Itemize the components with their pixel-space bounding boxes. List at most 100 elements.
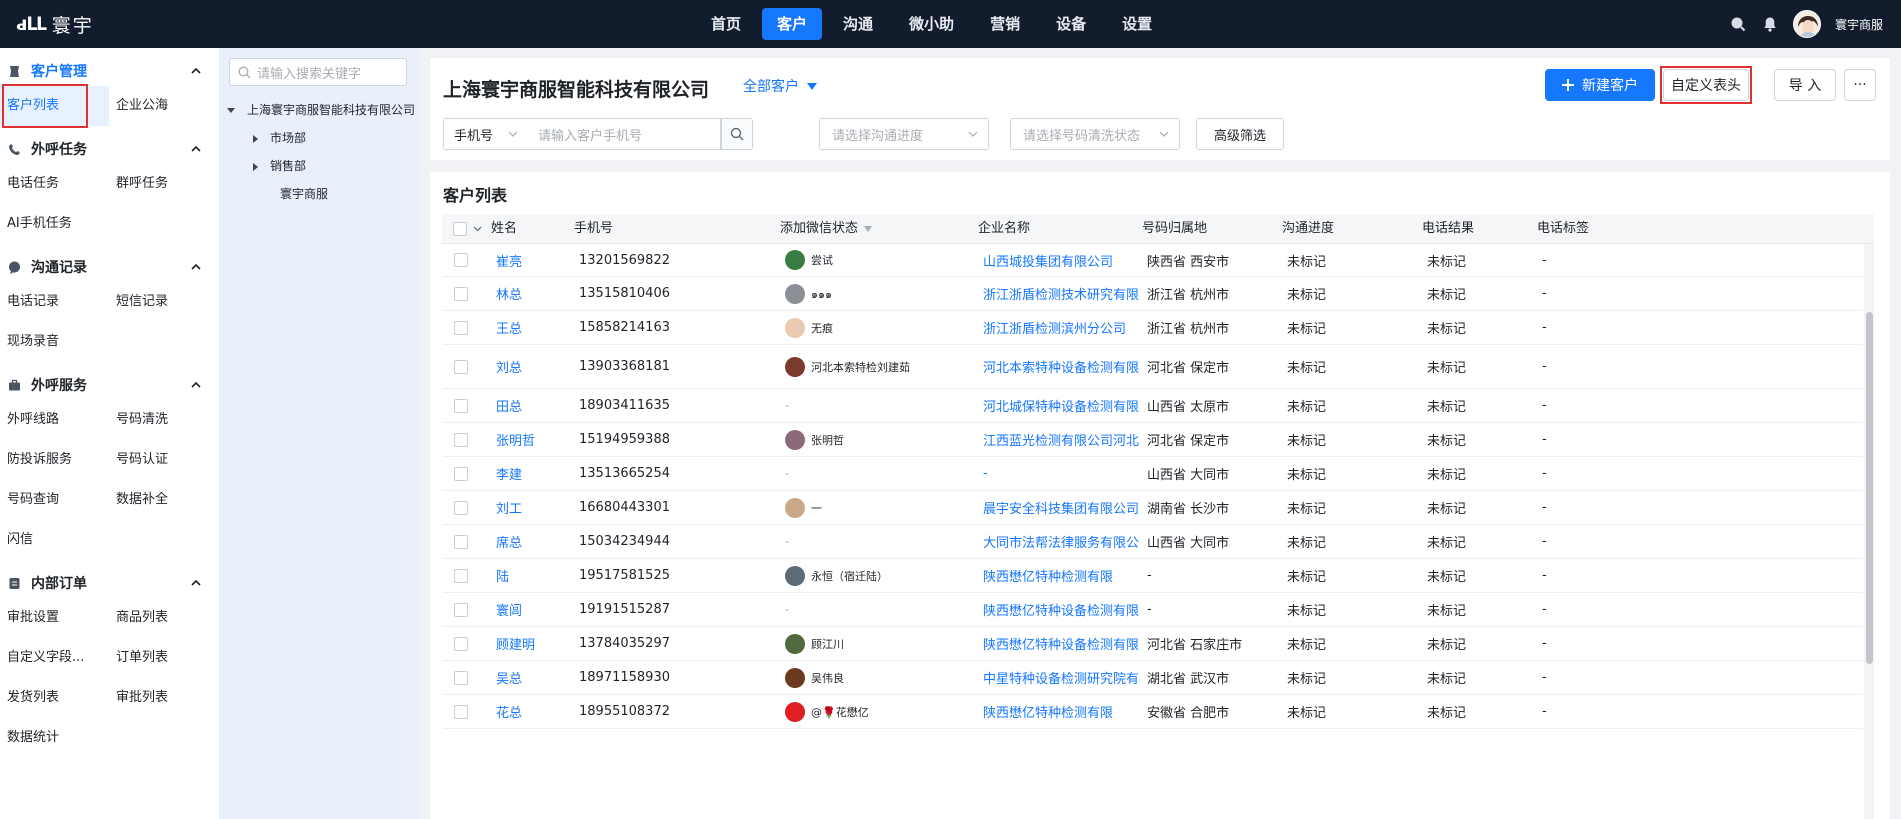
table-row[interactable]: 寰闾 19191515287- 陕西懋亿特种设备检测有限 - 未标记 未标记 -: [442, 593, 1863, 627]
nav-item[interactable]: 首页: [696, 8, 756, 40]
vertical-scrollbar[interactable]: [1864, 244, 1874, 819]
customer-name[interactable]: 席总: [496, 525, 522, 558]
chevron-up-icon[interactable]: [190, 577, 202, 589]
customer-name[interactable]: 花总: [496, 695, 522, 728]
table-row[interactable]: 张明哲 15194959388 张明哲 江西蓝光检测有限公司河北 河北省 保定市 未标记 未…: [442, 423, 1863, 457]
nav-item[interactable]: 营销: [975, 8, 1035, 40]
customer-name[interactable]: 田总: [496, 389, 522, 422]
sidebar-group[interactable]: 外呼服务: [0, 370, 219, 400]
phone-search-input[interactable]: 请输入客户手机号: [526, 118, 721, 150]
sidebar-item[interactable]: 数据补全: [109, 480, 218, 520]
caret-right-icon[interactable]: [253, 134, 258, 143]
sidebar-item[interactable]: 自定义字段...: [0, 638, 109, 678]
checkbox[interactable]: [454, 534, 468, 549]
company-name[interactable]: 江西蓝光检测有限公司河北: [983, 423, 1139, 456]
company-name[interactable]: 陕西懋亿特种设备检测有限: [983, 593, 1139, 626]
table-row[interactable]: 吴总 18971158930 吴伟良 中星特种设备检测研究院有 湖北省 武汉市 未标记 未标…: [442, 661, 1863, 695]
sidebar-item[interactable]: 数据统计: [0, 718, 109, 758]
company-name[interactable]: -: [983, 457, 988, 490]
nav-item[interactable]: 微小助: [894, 8, 969, 40]
scrollbar-thumb[interactable]: [1866, 312, 1873, 664]
sidebar-item[interactable]: 号码清洗: [109, 400, 218, 440]
customer-name[interactable]: 刘工: [496, 491, 522, 524]
company-name[interactable]: 浙江浙盾检测技术研究有限: [983, 277, 1139, 310]
sidebar-item[interactable]: 订单列表: [109, 638, 218, 678]
tree-node-root[interactable]: 上海寰宇商服智能科技有限公司: [227, 96, 419, 124]
table-row[interactable]: 崔亮 13201569822 尝试 山西城投集团有限公司 陕西省 西安市 未标记 未标记 -: [442, 244, 1863, 277]
checkbox[interactable]: [454, 286, 468, 301]
sidebar-item[interactable]: 审批列表: [109, 678, 218, 718]
checkbox[interactable]: [454, 398, 468, 413]
sidebar-group[interactable]: 内部订单: [0, 568, 219, 598]
checkbox[interactable]: [453, 222, 467, 236]
sidebar-item[interactable]: 企业公海: [109, 86, 218, 126]
chevron-down-icon[interactable]: [473, 226, 482, 232]
advanced-filter-button[interactable]: 高级筛选: [1196, 118, 1284, 150]
customer-name[interactable]: 吴总: [496, 661, 522, 694]
table-row[interactable]: 席总 15034234944 - 大同市法帮法律服务有限公 山西省 大同市 未标记 未标记 -: [442, 525, 1863, 559]
company-name[interactable]: 河北本索特种设备检测有限: [983, 345, 1139, 388]
table-row[interactable]: 刘总 13903368181 河北本索特检刘建茹 河北本索特种设备检测有限 河北省 保定…: [442, 345, 1863, 389]
customer-name[interactable]: 林总: [496, 277, 522, 310]
sidebar-item[interactable]: 号码认证: [109, 440, 218, 480]
chevron-up-icon[interactable]: [190, 143, 202, 155]
table-row[interactable]: 李建 13513665254 - - 山西省 大同市 未标记 未标记 -: [442, 457, 1863, 491]
chevron-up-icon[interactable]: [190, 261, 202, 273]
sidebar-item[interactable]: 商品列表: [109, 598, 218, 638]
table-row[interactable]: 王总 15858214163 无痕 浙江浙盾检测滨州分公司 浙江省 杭州市 未标记 未标记 -: [442, 311, 1863, 345]
company-name[interactable]: 陕西懋亿特种检测有限: [983, 559, 1113, 592]
customer-name[interactable]: 顾建明: [496, 627, 535, 660]
sort-icon[interactable]: [864, 221, 873, 236]
sidebar-item[interactable]: 审批设置: [0, 598, 109, 638]
column-header[interactable]: 添加微信状态: [780, 214, 873, 244]
table-row[interactable]: 花总 18955108372 @🌹花懋亿 陕西懋亿特种检测有限 安徽省 合肥市 未标记 未标…: [442, 695, 1863, 729]
more-button[interactable]: ···: [1844, 69, 1876, 101]
checkbox[interactable]: [454, 636, 468, 651]
sidebar-item[interactable]: 群呼任务: [109, 164, 218, 204]
nav-item[interactable]: 设备: [1041, 8, 1101, 40]
table-row[interactable]: 林总 13515810406 ๑๑๑ 浙江浙盾检测技术研究有限 浙江省 杭州市 未标记 未标…: [442, 277, 1863, 311]
sidebar-item[interactable]: 客户列表: [0, 86, 109, 126]
table-row[interactable]: 田总 18903411635 - 河北城保特种设备检测有限 山西省 太原市 未标记 未标记 -: [442, 389, 1863, 423]
customer-name[interactable]: 王总: [496, 311, 522, 344]
sidebar-item[interactable]: 号码查询: [0, 480, 109, 520]
checkbox[interactable]: [454, 320, 468, 335]
sidebar-item[interactable]: 发货列表: [0, 678, 109, 718]
company-name[interactable]: 陕西懋亿特种检测有限: [983, 695, 1113, 728]
sidebar-item[interactable]: 现场录音: [0, 322, 109, 362]
checkbox[interactable]: [454, 704, 468, 719]
caret-right-icon[interactable]: [253, 162, 258, 171]
sidebar-item[interactable]: 电话任务: [0, 164, 109, 204]
table-row[interactable]: 顾建明 13784035297 顾江川 陕西懋亿特种设备检测有限 河北省 石家庄市 未标记…: [442, 627, 1863, 661]
checkbox[interactable]: [454, 466, 468, 481]
customer-name[interactable]: 陆: [496, 559, 509, 592]
tree-search-input[interactable]: 请输入搜索关键字: [229, 58, 407, 86]
tree-node-huanyu[interactable]: 寰宇商服: [280, 180, 328, 208]
nav-item[interactable]: 沟通: [828, 8, 888, 40]
company-name[interactable]: 中星特种设备检测研究院有: [983, 661, 1139, 694]
company-name[interactable]: 河北城保特种设备检测有限: [983, 389, 1139, 422]
table-row[interactable]: 陆 19517581525 永恒（宿迁陆） 陕西懋亿特种检测有限 - 未标记 未标记 -: [442, 559, 1863, 593]
bell-icon[interactable]: [1761, 15, 1779, 33]
app-logo[interactable]: ԁԼԼ 寰宇: [16, 11, 94, 37]
customer-name[interactable]: 崔亮: [496, 244, 522, 276]
field-type-select[interactable]: 手机号: [443, 118, 527, 150]
search-icon[interactable]: [1729, 15, 1747, 33]
caret-down-icon[interactable]: [227, 108, 235, 113]
checkbox[interactable]: [454, 253, 468, 267]
import-button[interactable]: 导 入: [1774, 69, 1836, 101]
customer-name[interactable]: 寰闾: [496, 593, 522, 626]
user-avatar[interactable]: [1792, 10, 1821, 38]
company-name[interactable]: 陕西懋亿特种设备检测有限: [983, 627, 1139, 660]
clean-status-select[interactable]: 请选择号码清洗状态: [1010, 118, 1180, 150]
checkbox[interactable]: [454, 500, 468, 515]
sidebar-item[interactable]: 闪信: [0, 520, 109, 560]
checkbox[interactable]: [454, 568, 468, 583]
table-row[interactable]: 刘工 16680443301 一 晨宇安全科技集团有限公司 湖南省 长沙市 未标记 未标记 -: [442, 491, 1863, 525]
custom-header-button[interactable]: 自定义表头: [1663, 69, 1749, 101]
tree-node-market[interactable]: 市场部: [253, 124, 306, 152]
select-all-checkbox[interactable]: [453, 214, 482, 244]
customer-name[interactable]: 李建: [496, 457, 522, 490]
sidebar-group[interactable]: 沟通记录: [0, 252, 219, 282]
checkbox[interactable]: [454, 670, 468, 685]
